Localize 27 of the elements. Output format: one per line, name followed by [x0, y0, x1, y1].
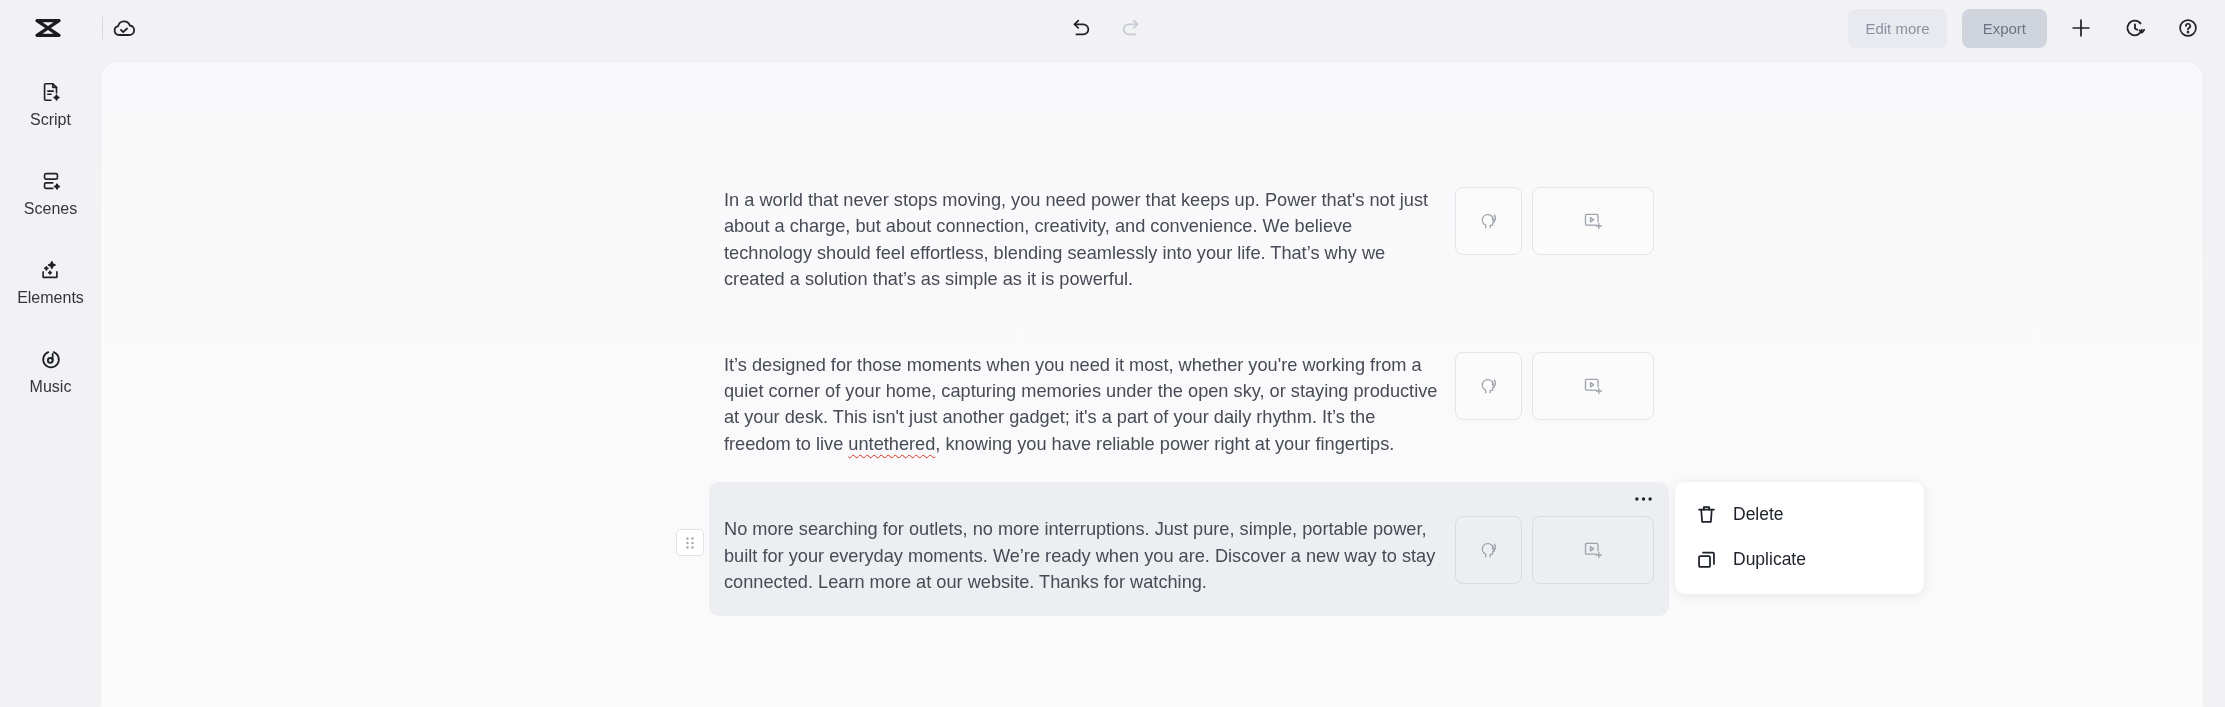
more-dots-icon — [1635, 497, 1652, 502]
media-button[interactable] — [1532, 516, 1654, 585]
voice-button[interactable] — [1455, 351, 1522, 420]
app-logo-icon — [33, 17, 63, 39]
script-paragraph: In a world that never stops moving, you need power that keeps up. Power that's not just about a charge, but about connection, creativity, and convenience. We believe technology should feel effortless, blending seamlessly into your life. That’s why we created a solution that’s as simple as it is powerful. — [724, 189, 1430, 292]
script-paragraph: No more searching for outlets, no more interruptions. Just pure, simple, portable power, built for your everyday moments. We’re ready when you are. Discover a new way to stay connected. Learn more at our website. Thanks for watching. — [724, 518, 1437, 595]
script-paragraph: It’s designed for those moments when you need it most, whether you're working from a quiet corner of your home, capturing memories under the open sky, or staying productive at your desk. This isn't just another gadget; it's a part of your daily rhythm. It’s the freedom to live untethered, knowing you have reliable power right at your fingertips. — [724, 353, 1439, 456]
video-plus-icon — [1583, 540, 1603, 561]
question-circle-icon — [2178, 18, 2198, 38]
sidebar-item[interactable]: Script — [24, 79, 77, 132]
voice-button[interactable] — [1455, 516, 1522, 585]
grip-dots-icon — [686, 536, 694, 549]
plus-icon — [2070, 17, 2092, 39]
media-button[interactable] — [1532, 351, 1654, 420]
sidebar-item[interactable]: Music — [23, 346, 78, 399]
clock-arrow-icon — [2124, 17, 2146, 39]
sidebar-item[interactable]: Elements — [11, 257, 90, 310]
video-plus-icon — [1583, 211, 1603, 231]
copy-icon — [1696, 549, 1717, 571]
trash-icon — [1696, 504, 1717, 526]
menu-item[interactable]: Delete — [1675, 492, 1924, 538]
media-button[interactable] — [1532, 187, 1654, 255]
voice-button[interactable] — [1455, 187, 1522, 255]
sidebar-item[interactable]: Scenes — [17, 168, 84, 221]
drag-handle[interactable] — [676, 529, 704, 557]
music-disc-icon — [39, 348, 62, 370]
menu-item[interactable]: Duplicate — [1675, 537, 1924, 583]
